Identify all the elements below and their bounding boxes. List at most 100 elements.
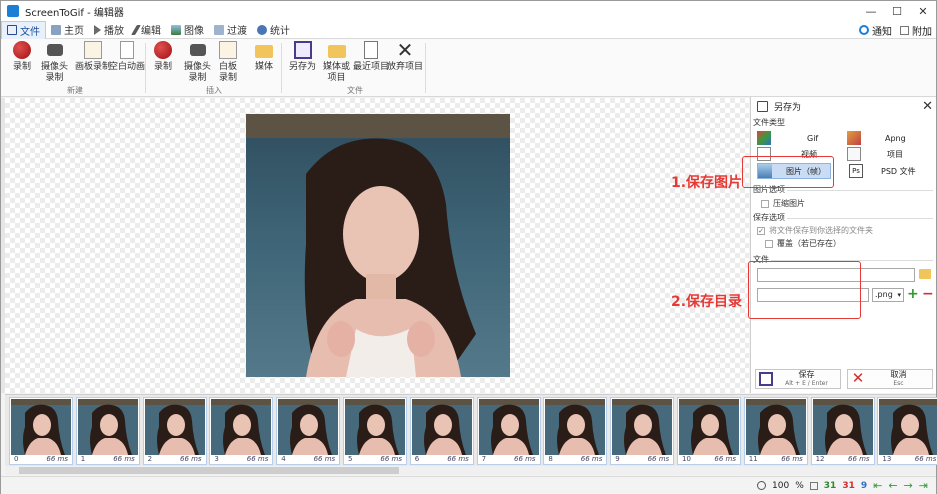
frame-delay: 66 ms xyxy=(513,455,536,463)
extension-select[interactable]: .png ▾ xyxy=(872,288,904,302)
frame-thumbnail[interactable]: 11 66 ms xyxy=(743,397,808,465)
current-frame: 9 xyxy=(860,480,868,491)
attach-button[interactable]: 附加 xyxy=(900,23,932,38)
zoom-percent: % xyxy=(795,480,804,491)
transition-icon xyxy=(214,24,224,35)
apng-icon xyxy=(847,131,861,145)
cancel-shortcut: Esc xyxy=(893,380,904,387)
insert-board-button[interactable]: 白板 录制 xyxy=(219,41,237,84)
frame-delay: 66 ms xyxy=(447,455,469,463)
frame-thumbnail[interactable]: 6 66 ms xyxy=(409,397,474,465)
close-button[interactable]: ✕ xyxy=(910,1,936,21)
type-gif[interactable]: Gif xyxy=(757,130,837,146)
discard-project-button[interactable]: ✕ 放弃项目 xyxy=(387,40,424,73)
frame-number: 2 xyxy=(147,455,153,463)
save-label: 保存 xyxy=(798,370,815,379)
type-project[interactable]: 项目 xyxy=(847,146,933,162)
folder-browse-icon[interactable] xyxy=(919,269,931,279)
last-frame-icon[interactable]: ⇥ xyxy=(919,479,928,492)
insert-media-button[interactable]: 媒体 xyxy=(255,41,273,73)
zoom-value[interactable]: 100 xyxy=(772,481,789,491)
media-project-label: 媒体或 项目 xyxy=(323,62,351,83)
frame-number: 7 xyxy=(481,455,487,463)
tab-edit[interactable]: 编辑 xyxy=(129,21,166,39)
frame-thumbnail[interactable]: 8 66 ms xyxy=(543,397,608,465)
window-controls: — ☐ ✕ xyxy=(858,1,936,21)
tab-home[interactable]: 主页 xyxy=(46,21,89,39)
panel-close-icon[interactable]: ✕ xyxy=(922,99,933,114)
overwrite-label: 覆盖（若已存在） xyxy=(777,239,841,248)
save-button[interactable]: 保存 Alt + E / Enter xyxy=(755,369,841,389)
load-media-project-button[interactable]: 媒体或 项目 xyxy=(323,41,350,84)
previous-frame-icon[interactable]: ← xyxy=(888,479,897,492)
discard-label: 放弃项目 xyxy=(387,62,424,72)
frame-thumbnail[interactable]: 2 66 ms xyxy=(142,397,207,465)
minimize-button[interactable]: — xyxy=(858,1,884,21)
recent-label: 最近项目 xyxy=(353,62,390,72)
frame-strip-scrollbar[interactable] xyxy=(5,466,936,475)
add-icon[interactable]: + xyxy=(907,286,919,302)
extension-value: .png xyxy=(875,290,893,299)
frame-thumbnail[interactable]: 13 66 ms xyxy=(877,397,937,465)
save-shortcut: Alt + E / Enter xyxy=(785,380,828,387)
scrollbar-thumb[interactable] xyxy=(19,467,399,474)
board-record-button[interactable]: 画板录制 xyxy=(75,41,111,73)
group-separator xyxy=(425,43,426,93)
type-psd[interactable]: Ps PSD 文件 xyxy=(849,163,935,179)
zip-images-label: 压缩图片 xyxy=(773,199,805,208)
frame-thumbnail[interactable]: 3 66 ms xyxy=(209,397,274,465)
record-button[interactable]: 录制 xyxy=(13,41,31,73)
file-type-label: 文件类型 xyxy=(753,118,785,127)
tab-file[interactable]: 文件 xyxy=(1,20,46,39)
recent-projects-button[interactable]: 最近项目 xyxy=(353,41,389,73)
menu-right: 通知 附加 xyxy=(859,21,932,39)
frame-thumbnail[interactable]: 0 66 ms xyxy=(9,397,73,465)
insert-board-label: 白板 录制 xyxy=(219,62,238,83)
tab-transition[interactable]: 过渡 xyxy=(209,21,252,39)
tab-label: 图像 xyxy=(184,26,204,37)
cancel-text: 取消 Esc xyxy=(865,370,932,388)
selected-frames: 31 xyxy=(842,480,855,491)
next-frame-icon[interactable]: → xyxy=(904,479,913,492)
zip-images-checkbox[interactable]: 压缩图片 xyxy=(761,198,805,209)
tab-statistics[interactable]: 统计 xyxy=(252,21,295,39)
annotation-step2: 2.保存目录 xyxy=(671,294,743,310)
frame-thumbnail[interactable]: 1 66 ms xyxy=(75,397,140,465)
frame-thumbnail[interactable]: 7 66 ms xyxy=(476,397,541,465)
frame-delay: 66 ms xyxy=(313,455,336,463)
blank-animation-button[interactable]: 空白动画 xyxy=(109,41,145,73)
frame-thumbnail[interactable]: 10 66 ms xyxy=(677,397,741,465)
type-apng[interactable]: Apng xyxy=(847,130,933,146)
webcam-record-button[interactable]: 摄像头 录制 xyxy=(41,41,68,84)
frame-thumbnail[interactable]: 9 66 ms xyxy=(610,397,675,465)
type-apng-label: Apng xyxy=(885,133,906,143)
save-to-folder-label: 将文件保存到你选择的文件夹 xyxy=(769,226,873,235)
maximize-button[interactable]: ☐ xyxy=(884,1,910,21)
first-frame-icon[interactable]: ⇤ xyxy=(873,479,882,492)
insert-webcam-button[interactable]: 摄像头 录制 xyxy=(184,41,211,84)
frames-icon xyxy=(809,481,818,490)
insert-record-button[interactable]: 录制 xyxy=(154,41,172,73)
tab-label: 主页 xyxy=(64,26,84,37)
frame-thumbnail[interactable]: 5 66 ms xyxy=(343,397,407,465)
remove-icon[interactable]: − xyxy=(922,286,934,302)
webcam-label: 摄像头 录制 xyxy=(41,62,69,83)
checkbox-checked: ✓ xyxy=(757,226,765,235)
save-icon xyxy=(757,100,768,112)
frame-thumbnail[interactable]: 12 66 ms xyxy=(810,397,875,465)
notifications-button[interactable]: 通知 xyxy=(859,23,892,38)
cancel-button[interactable]: ✕ 取消 Esc xyxy=(847,369,933,389)
frame-thumbnail[interactable]: 4 66 ms xyxy=(276,397,341,465)
frame-delay: 66 ms xyxy=(914,455,937,463)
frame-delay: 66 ms xyxy=(580,455,603,463)
menu-tabs: 文件 主页 播放 编辑 图像 过渡 统计 通知 附加 xyxy=(1,20,936,39)
overwrite-checkbox[interactable]: 覆盖（若已存在） xyxy=(765,238,841,249)
tab-image[interactable]: 图像 xyxy=(166,21,209,39)
insert-record-label: 录制 xyxy=(154,62,173,72)
save-as-button[interactable]: 另存为 xyxy=(289,41,316,73)
frame-image xyxy=(144,399,205,455)
tab-play[interactable]: 播放 xyxy=(89,21,129,39)
group-separator xyxy=(145,43,146,93)
save-to-folder-checkbox[interactable]: ✓ 将文件保存到你选择的文件夹 xyxy=(757,225,873,236)
ribbon: 录制 摄像头 录制 画板录制 空白动画 新建 录制 摄像头 录制 白板 录制 媒… xyxy=(1,39,936,97)
